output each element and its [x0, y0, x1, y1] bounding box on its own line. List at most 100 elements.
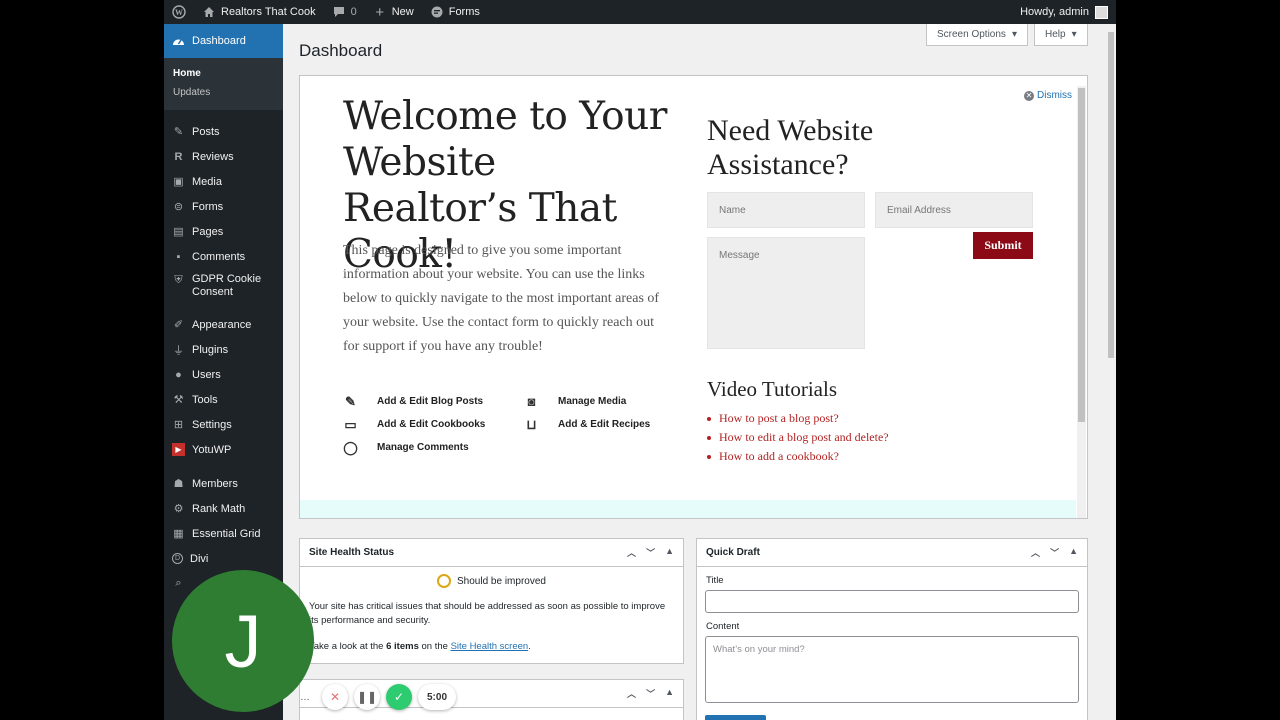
comment-icon: ▪: [176, 250, 181, 263]
svg-text:W: W: [175, 8, 183, 17]
name-input[interactable]: Name: [707, 192, 865, 228]
submit-button[interactable]: Submit: [973, 232, 1033, 259]
widget-title: Site Health Status: [309, 547, 395, 558]
page-scrollbar[interactable]: [1106, 24, 1116, 720]
brush-icon: ✐: [173, 319, 184, 331]
link-label: Add & Edit Recipes: [558, 419, 651, 430]
sidebar-item-forms[interactable]: ⊜ Forms: [164, 194, 283, 219]
search-icon: ⌕: [175, 577, 182, 589]
video-link[interactable]: How to add a cookbook?: [707, 447, 889, 466]
sidebar-item-pages[interactable]: ▤ Pages: [164, 219, 283, 244]
link-blog-posts[interactable]: ✎ Add & Edit Blog Posts: [342, 394, 483, 409]
my-account[interactable]: Howdy, admin: [1020, 5, 1116, 19]
draft-content-textarea[interactable]: What’s on your mind?: [705, 636, 1079, 703]
more-options-icon[interactable]: …: [300, 684, 316, 710]
sidebar-item-members[interactable]: ☗ Members: [164, 471, 283, 496]
sidebar-item-tools[interactable]: ⚒ Tools: [164, 387, 283, 412]
collapse-icon[interactable]: ▲: [665, 687, 674, 700]
dismiss-link[interactable]: ✕ Dismiss: [1024, 90, 1072, 101]
site-health-widget: Site Health Status ︿ ﹀ ▲ Should be impro…: [299, 538, 684, 664]
submenu-home[interactable]: Home: [164, 64, 283, 83]
sidebar-item-reviews[interactable]: R Reviews: [164, 144, 283, 169]
video-link[interactable]: How to edit a blog post and delete?: [707, 428, 889, 447]
site-health-link[interactable]: Site Health screen: [451, 641, 529, 652]
welcome-footer-strip: [300, 500, 1076, 518]
health-items-text: Take a look at the 6 items on the Site H…: [300, 640, 683, 654]
sidebar-item-media[interactable]: ▣ Media: [164, 169, 283, 194]
webcam-avatar: J: [172, 570, 314, 712]
media-icon: ▣: [173, 176, 184, 188]
chevron-down-icon[interactable]: ﹀: [646, 546, 655, 559]
new-content-link[interactable]: + New: [365, 0, 422, 24]
scrollbar-thumb[interactable]: [1108, 32, 1114, 358]
sidebar-item-label: Forms: [192, 200, 224, 213]
screen-options-button[interactable]: Screen Options ▾: [926, 24, 1028, 46]
link-media[interactable]: ◙ Manage Media: [523, 394, 627, 409]
chevron-up-icon[interactable]: ︿: [627, 687, 636, 700]
finish-recording-button[interactable]: ✓: [386, 684, 412, 710]
submenu-updates[interactable]: Updates: [164, 83, 283, 102]
collapse-icon[interactable]: ▲: [1069, 546, 1078, 559]
cancel-recording-button[interactable]: ✕: [322, 684, 348, 710]
sidebar-item-label: Settings: [192, 418, 232, 431]
sidebar-item-label: Pages: [192, 225, 224, 238]
content-label: Content: [706, 621, 740, 632]
wrench-icon: ⚒: [173, 394, 184, 406]
user-icon: ●: [175, 368, 182, 381]
site-name-link[interactable]: Realtors That Cook: [194, 0, 324, 24]
chevron-up-icon[interactable]: ︿: [627, 546, 636, 559]
divi-icon: D: [172, 553, 183, 564]
video-link[interactable]: How to post a blog post?: [707, 409, 889, 428]
comments-count: 0: [350, 6, 357, 18]
collapse-icon[interactable]: ▲: [665, 546, 674, 559]
sidebar-item-users[interactable]: ● Users: [164, 362, 283, 387]
link-comments[interactable]: ◯ Manage Comments: [342, 440, 468, 455]
sidebar-item-rank-math[interactable]: ⚙ Rank Math: [164, 496, 283, 521]
dashboard-submenu: Home Updates: [164, 58, 283, 110]
wordpress-logo[interactable]: W: [164, 0, 194, 24]
dismiss-label: Dismiss: [1037, 90, 1072, 101]
close-icon: ✕: [1024, 90, 1034, 101]
pause-button[interactable]: ❚❚: [354, 684, 380, 710]
sidebar-item-gdpr[interactable]: ⛨ GDPR Cookie Consent: [164, 269, 283, 303]
caret-down-icon: ▾: [1011, 29, 1017, 40]
sidebar-item-plugins[interactable]: ⏚ Plugins: [164, 337, 283, 362]
items-pre: Take a look at the: [309, 641, 384, 652]
video-link-label: How to add a cookbook?: [719, 449, 839, 463]
link-recipes[interactable]: ⊔ Add & Edit Recipes: [523, 417, 650, 432]
sidebar-item-comments[interactable]: ▪ Comments: [164, 244, 283, 269]
email-input[interactable]: Email Address: [875, 192, 1033, 228]
chevron-down-icon[interactable]: ﹀: [646, 687, 655, 700]
site-name: Realtors That Cook: [221, 6, 316, 18]
sidebar-item-appearance[interactable]: ✐ Appearance: [164, 312, 283, 337]
widget-header: Quick Draft ︿ ﹀ ▲: [697, 539, 1087, 567]
save-draft-button[interactable]: [705, 715, 766, 720]
sidebar-item-settings[interactable]: ⊞ Settings: [164, 412, 283, 437]
sidebar-item-label: Divi: [190, 552, 209, 565]
comments-link[interactable]: 0: [324, 0, 365, 24]
chevron-up-icon[interactable]: ︿: [1031, 546, 1040, 559]
dashboard-icon: [172, 35, 185, 48]
sidebar-item-yotuwp[interactable]: ▶ YotuWP: [164, 437, 283, 462]
link-cookbooks[interactable]: ▭ Add & Edit Cookbooks: [342, 417, 485, 432]
items-mid: on the: [421, 641, 448, 652]
sidebar-item-label: GDPR Cookie Consent: [192, 273, 262, 298]
message-textarea[interactable]: Message: [707, 237, 865, 349]
scrollbar-thumb[interactable]: [1078, 88, 1085, 422]
forms-link[interactable]: Forms: [422, 0, 488, 24]
welcome-scrollbar[interactable]: [1077, 86, 1086, 518]
youtube-icon: ▶: [172, 443, 185, 456]
sidebar-item-posts[interactable]: ✎ Posts: [164, 119, 283, 144]
sidebar-item-dashboard[interactable]: Dashboard: [164, 24, 283, 58]
draft-title-input[interactable]: [705, 590, 1079, 613]
user-avatar: [1095, 5, 1108, 19]
sidebar-item-label: Tools: [192, 393, 218, 406]
sidebar-item-divi[interactable]: D Divi: [164, 546, 283, 571]
welcome-text: This page is designed to give you some i…: [343, 243, 660, 354]
edit-icon: ✎: [345, 393, 356, 409]
sidebar-item-essential-grid[interactable]: ▦ Essential Grid: [164, 521, 283, 546]
sidebar-item-label: Dashboard: [192, 35, 246, 47]
help-button[interactable]: Help ▾: [1034, 24, 1088, 46]
new-label: New: [391, 6, 414, 18]
chevron-down-icon[interactable]: ﹀: [1050, 546, 1059, 559]
